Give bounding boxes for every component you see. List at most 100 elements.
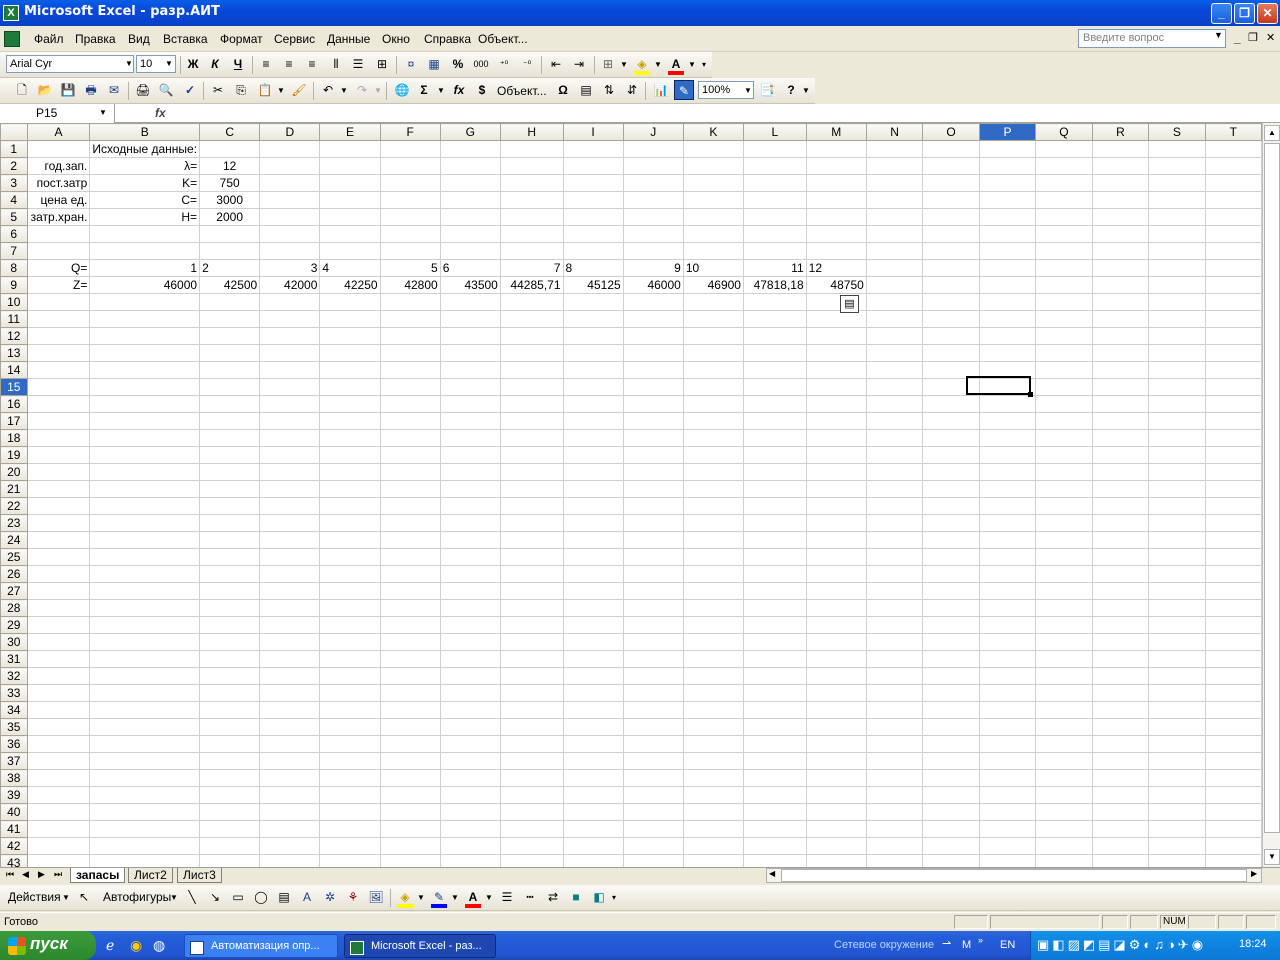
- cell-I7[interactable]: [562, 242, 624, 260]
- cell-J43[interactable]: [622, 854, 684, 867]
- row-header[interactable]: 8: [0, 259, 28, 277]
- chevron-down-icon[interactable]: ▼: [802, 86, 810, 95]
- cell-I11[interactable]: [562, 310, 624, 328]
- cell-C9[interactable]: 42500: [199, 276, 261, 294]
- cell-R43[interactable]: [1091, 854, 1150, 867]
- row-header[interactable]: 15: [0, 378, 28, 396]
- cell-G3[interactable]: [439, 174, 501, 192]
- cell-O22[interactable]: [922, 497, 980, 515]
- borders-icon[interactable]: ⊞: [598, 54, 618, 74]
- cell-C12[interactable]: [199, 327, 261, 345]
- cell-K23[interactable]: [682, 514, 744, 532]
- cell-E40[interactable]: [319, 803, 381, 821]
- cell-J34[interactable]: [622, 701, 684, 719]
- menu-help[interactable]: Справка: [424, 32, 471, 46]
- cell-F29[interactable]: [379, 616, 441, 634]
- cell-J2[interactable]: [622, 157, 684, 175]
- cell-J32[interactable]: [622, 667, 684, 685]
- cell-I19[interactable]: [562, 446, 624, 464]
- chevron-down-icon[interactable]: ▼: [688, 60, 696, 69]
- cell-R34[interactable]: [1091, 701, 1150, 719]
- cell-Q38[interactable]: [1035, 769, 1093, 787]
- cell-R31[interactable]: [1091, 650, 1150, 668]
- cell-M25[interactable]: [805, 548, 867, 566]
- cell-E3[interactable]: [319, 174, 381, 192]
- cell-R26[interactable]: [1091, 565, 1150, 583]
- cell-O1[interactable]: [922, 140, 980, 158]
- cell-I4[interactable]: [562, 191, 624, 209]
- sheet-tab-zapasy[interactable]: запасы: [70, 868, 126, 883]
- cell-A12[interactable]: [26, 327, 91, 345]
- column-header-I[interactable]: I: [562, 123, 624, 141]
- cell-D20[interactable]: [259, 463, 321, 481]
- cell-Q13[interactable]: [1035, 344, 1093, 362]
- cell-F41[interactable]: [379, 820, 441, 838]
- paste-icon[interactable]: 📋: [255, 80, 275, 100]
- cell-J19[interactable]: [622, 446, 684, 464]
- cell-Q14[interactable]: [1035, 361, 1093, 379]
- cell-T15[interactable]: [1204, 378, 1262, 396]
- cell-N11[interactable]: [865, 310, 924, 328]
- cell-E20[interactable]: [319, 463, 381, 481]
- cell-H11[interactable]: [499, 310, 564, 328]
- cell-B3[interactable]: K=: [89, 174, 201, 192]
- cell-S40[interactable]: [1148, 803, 1206, 821]
- cell-C37[interactable]: [199, 752, 261, 770]
- cell-P5[interactable]: [978, 208, 1037, 226]
- cell-T8[interactable]: [1204, 259, 1262, 277]
- cell-B6[interactable]: [89, 225, 201, 243]
- column-header-Q[interactable]: Q: [1035, 123, 1093, 141]
- cell-D14[interactable]: [259, 361, 321, 379]
- cell-A23[interactable]: [26, 514, 91, 532]
- cell-N31[interactable]: [865, 650, 924, 668]
- line-style-icon[interactable]: ☰: [497, 887, 517, 907]
- cell-R25[interactable]: [1091, 548, 1150, 566]
- cell-G21[interactable]: [439, 480, 501, 498]
- insert-function-icon[interactable]: fx: [155, 106, 166, 120]
- cell-R2[interactable]: [1091, 157, 1150, 175]
- cell-C11[interactable]: [199, 310, 261, 328]
- cell-C15[interactable]: [199, 378, 261, 396]
- cell-I35[interactable]: [562, 718, 624, 736]
- cell-S25[interactable]: [1148, 548, 1206, 566]
- cell-C7[interactable]: [199, 242, 261, 260]
- cell-C10[interactable]: [199, 293, 261, 311]
- cell-F24[interactable]: [379, 531, 441, 549]
- cell-T16[interactable]: [1204, 395, 1262, 413]
- cell-B18[interactable]: [89, 429, 201, 447]
- cell-S29[interactable]: [1148, 616, 1206, 634]
- cell-O27[interactable]: [922, 582, 980, 600]
- cell-B26[interactable]: [89, 565, 201, 583]
- cell-P19[interactable]: [978, 446, 1037, 464]
- cell-C42[interactable]: [199, 837, 261, 855]
- cell-E21[interactable]: [319, 480, 381, 498]
- cell-G30[interactable]: [439, 633, 501, 651]
- cell-D5[interactable]: [259, 208, 321, 226]
- cell-F3[interactable]: [379, 174, 441, 192]
- cell-B5[interactable]: H=: [89, 208, 201, 226]
- cell-B4[interactable]: C=: [89, 191, 201, 209]
- cell-I24[interactable]: [562, 531, 624, 549]
- cell-G17[interactable]: [439, 412, 501, 430]
- horizontal-scrollbar[interactable]: ◀ ▶: [766, 868, 1262, 883]
- column-header-N[interactable]: N: [865, 123, 924, 141]
- cell-K35[interactable]: [682, 718, 744, 736]
- taskbar-m-label[interactable]: M: [962, 939, 971, 951]
- cell-I15[interactable]: [562, 378, 624, 396]
- permission-icon[interactable]: 🖶: [81, 80, 101, 100]
- cell-K12[interactable]: [682, 327, 744, 345]
- cell-I22[interactable]: [562, 497, 624, 515]
- cell-A14[interactable]: [26, 361, 91, 379]
- row-header[interactable]: 12: [0, 327, 28, 345]
- row-header[interactable]: 32: [0, 667, 28, 685]
- cell-M43[interactable]: [805, 854, 867, 867]
- cell-R12[interactable]: [1091, 327, 1150, 345]
- cell-T31[interactable]: [1204, 650, 1262, 668]
- cell-K10[interactable]: [682, 293, 744, 311]
- cell-J8[interactable]: 9: [622, 259, 684, 277]
- cell-B29[interactable]: [89, 616, 201, 634]
- cell-N22[interactable]: [865, 497, 924, 515]
- cell-R17[interactable]: [1091, 412, 1150, 430]
- cell-C33[interactable]: [199, 684, 261, 702]
- cell-O8[interactable]: [922, 259, 980, 277]
